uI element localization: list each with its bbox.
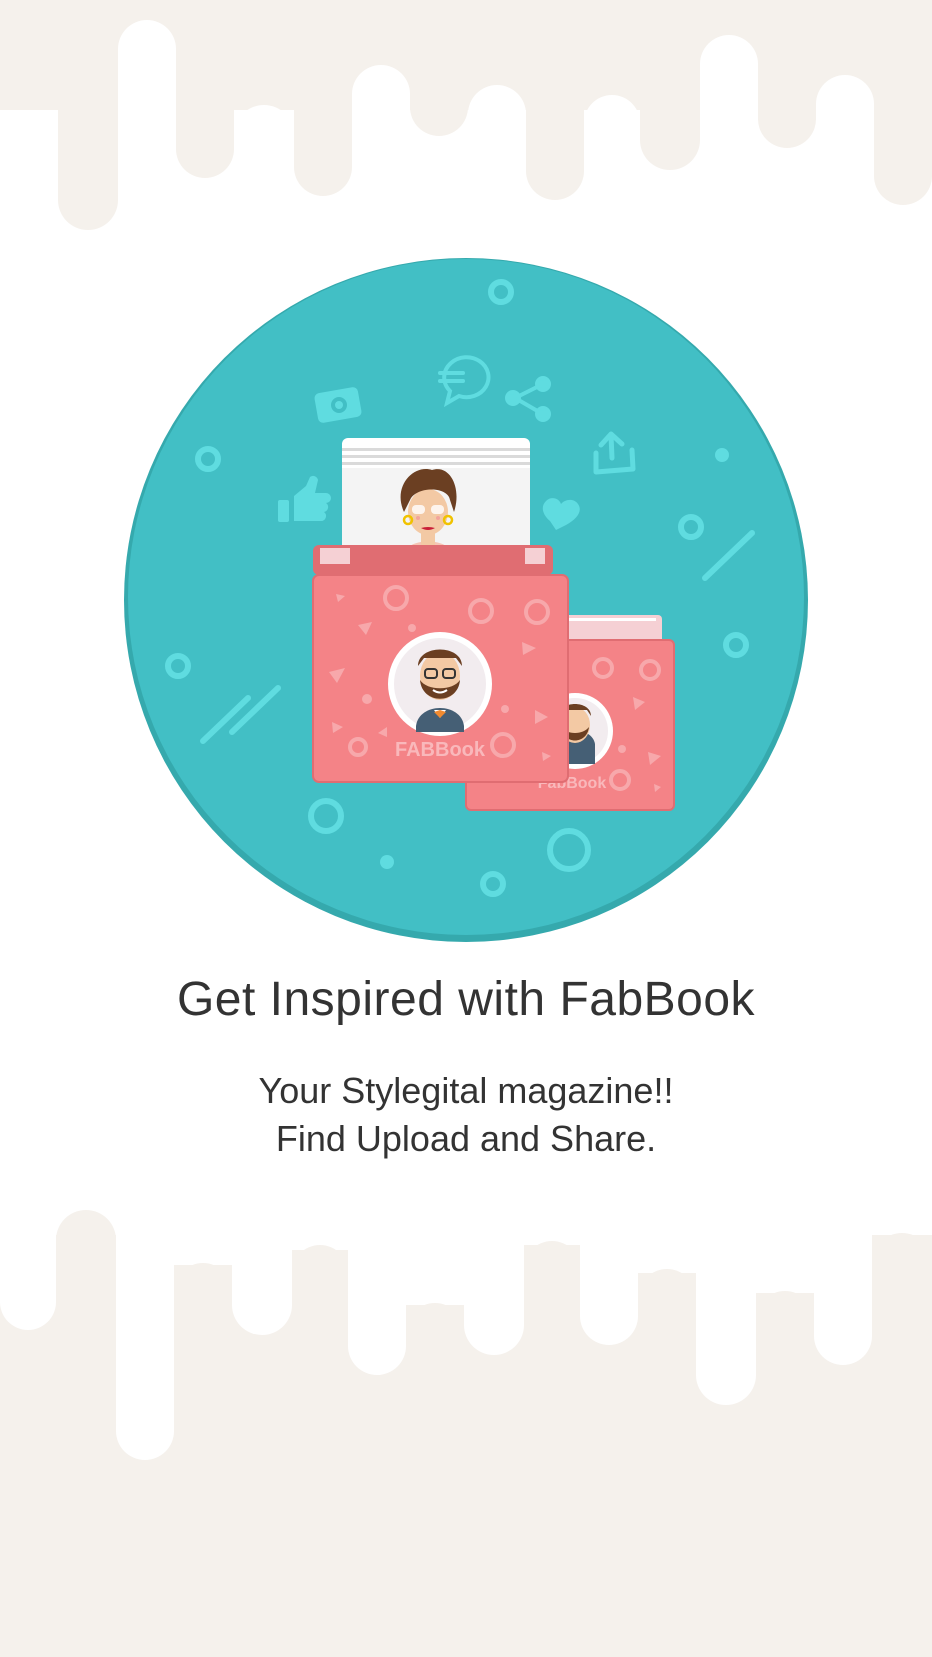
subtitle-line-1: Your Stylegital magazine!! (258, 1070, 674, 1111)
front-book-brand: FABBook (395, 739, 486, 761)
hero-illustration: FabBook FABBook (124, 258, 808, 942)
bottom-drip-decoration (0, 1205, 932, 1657)
page-title: Get Inspired with FabBook (176, 973, 756, 1026)
page-subtitle: Your Stylegital magazine!! Find Upload a… (0, 1067, 932, 1163)
onboarding-screen: FabBook FABBook Get Inspired with FabBoo… (0, 0, 932, 1657)
subtitle-line-2: Find Upload and Share. (275, 1118, 657, 1159)
front-book: FABBook (312, 545, 569, 783)
